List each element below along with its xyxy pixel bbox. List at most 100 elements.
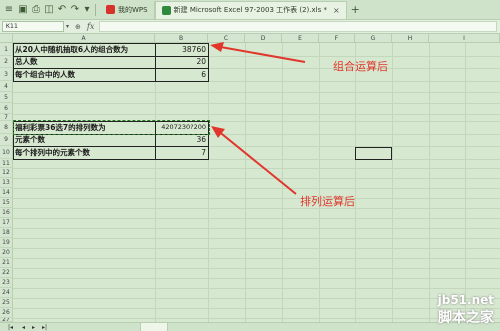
cell-a10[interactable]: 每个排列中的元素个数 — [13, 146, 155, 159]
sheet-nav-first-icon[interactable]: |◂ — [4, 323, 17, 331]
gridline — [208, 43, 209, 322]
cell-b3[interactable]: 6 — [155, 68, 208, 81]
wps-logo-icon — [106, 5, 115, 14]
more-dropdown-icon[interactable]: ▾ — [83, 3, 91, 17]
cell-a8[interactable]: 福利彩票36选7的排列数为 — [13, 121, 155, 134]
sheet-tab-bar: |◂ ◂ ▸ ▸| — [0, 322, 500, 331]
row-header-23[interactable]: 23 — [0, 278, 13, 288]
gridline — [13, 308, 500, 309]
gridline — [319, 43, 320, 322]
permutation-annotation: 排列运算后 — [300, 195, 355, 208]
cell-b10[interactable]: 7 — [155, 146, 208, 159]
bordered-cell-g10[interactable] — [355, 147, 392, 160]
tab-my-wps[interactable]: 我的WPS — [100, 0, 155, 19]
column-header-g[interactable]: G — [355, 34, 392, 43]
gridline — [13, 198, 500, 199]
cell-a2[interactable]: 总人数 — [13, 56, 155, 68]
gridline — [13, 268, 500, 269]
column-header-e[interactable]: E — [282, 34, 319, 43]
row-header-9[interactable]: 9 — [0, 134, 13, 146]
combination-annotation: 组合运算后 — [333, 60, 388, 73]
preview-icon[interactable]: ◫ — [44, 3, 54, 17]
row-header-18[interactable]: 18 — [0, 228, 13, 238]
tab-workbook[interactable]: 新建 Microsoft Excel 97-2003 工作表 (2).xls *… — [154, 0, 347, 19]
gridline — [13, 188, 500, 189]
row-header-7[interactable]: 7 — [0, 114, 13, 121]
cell-a3[interactable]: 每个组合中的人数 — [13, 68, 155, 81]
row-header-26[interactable]: 26 — [0, 308, 13, 318]
column-header-h[interactable]: H — [392, 34, 429, 43]
row-header-12[interactable]: 12 — [0, 168, 13, 178]
gridline — [13, 278, 500, 279]
watermark-name: 脚本之家 — [438, 310, 494, 326]
row-header-21[interactable]: 21 — [0, 258, 13, 268]
insert-function-icon[interactable]: fx — [87, 22, 94, 31]
cell-b1[interactable]: 38760 — [155, 43, 208, 56]
print-icon[interactable]: ⎙ — [31, 3, 41, 17]
column-header-a[interactable]: A — [13, 34, 155, 43]
undo-icon[interactable]: ↶ — [57, 3, 67, 17]
gridline — [13, 208, 500, 209]
gridline — [13, 92, 500, 93]
row-header-22[interactable]: 22 — [0, 268, 13, 278]
select-all-corner[interactable] — [0, 34, 13, 43]
sheet-tab[interactable] — [172, 323, 196, 331]
row-header-4[interactable]: 4 — [0, 81, 13, 92]
new-tab-button[interactable]: + — [351, 3, 360, 16]
cell-b9[interactable]: 36 — [155, 134, 208, 146]
watermark-site: jb51.net — [437, 293, 494, 307]
row-header-17[interactable]: 17 — [0, 218, 13, 228]
row-header-5[interactable]: 5 — [0, 92, 13, 103]
toolbar-separator — [95, 3, 96, 16]
row-header-8[interactable]: 8 — [0, 121, 13, 134]
menu-icon[interactable]: ≡ — [3, 3, 15, 17]
row-header-1[interactable]: 1 — [0, 43, 13, 56]
sheet-tab[interactable] — [200, 323, 224, 331]
row-header-3[interactable]: 3 — [0, 68, 13, 81]
gridline — [13, 248, 500, 249]
name-box-dropdown-icon[interactable]: ▾ — [66, 23, 69, 30]
gridline — [13, 168, 500, 169]
save-icon[interactable]: ▣ — [18, 3, 28, 17]
row-header-11[interactable]: 11 — [0, 159, 13, 168]
sheet-nav-last-icon[interactable]: ▸| — [38, 323, 51, 331]
formula-input[interactable] — [99, 21, 497, 32]
tab-my-wps-label: 我的WPS — [118, 5, 148, 14]
formula-bar: K11 ▾ ⊕ fx — [0, 20, 500, 34]
cell-b8[interactable]: 4207230?200 — [155, 121, 208, 134]
cell-a9[interactable]: 元素个数 — [13, 134, 155, 146]
cell-b2[interactable]: 20 — [155, 56, 208, 68]
row-header-20[interactable]: 20 — [0, 248, 13, 258]
row-header-2[interactable]: 2 — [0, 56, 13, 68]
zoom-icon[interactable]: ⊕ — [75, 23, 81, 31]
gridline — [13, 288, 500, 289]
row-header-14[interactable]: 14 — [0, 188, 13, 198]
row-header-10[interactable]: 10 — [0, 146, 13, 159]
title-bar: ≡ ▣ ⎙ ◫ ↶ ↷ ▾ 我的WPS 新建 Microsoft Excel 9… — [0, 0, 500, 20]
watermark: jb51.net 脚本之家 — [438, 293, 494, 327]
row-header-25[interactable]: 25 — [0, 298, 13, 308]
row-header-16[interactable]: 16 — [0, 208, 13, 218]
column-header-d[interactable]: D — [245, 34, 282, 43]
column-header-c[interactable]: C — [208, 34, 245, 43]
spreadsheet-app: ≡ ▣ ⎙ ◫ ↶ ↷ ▾ 我的WPS 新建 Microsoft Excel 9… — [0, 0, 500, 331]
row-header-13[interactable]: 13 — [0, 178, 13, 188]
row-header-15[interactable]: 15 — [0, 198, 13, 208]
column-header-f[interactable]: F — [319, 34, 355, 43]
column-header-i[interactable]: I — [429, 34, 500, 43]
sheet-tab-active[interactable] — [140, 323, 168, 331]
cell-a1[interactable]: 从20人中随机抽取6人的组合数为 — [13, 43, 155, 56]
redo-icon[interactable]: ↷ — [70, 3, 80, 17]
worksheet-grid[interactable]: A B C D E F G H I 1 2 3 4 5 6 7 8 9 10 1… — [0, 34, 500, 322]
gridline — [465, 43, 466, 322]
close-tab-icon[interactable]: × — [333, 6, 340, 15]
gridline — [13, 114, 500, 115]
gridline — [429, 43, 430, 322]
gridline — [245, 43, 246, 322]
row-header-19[interactable]: 19 — [0, 238, 13, 248]
column-header-b[interactable]: B — [155, 34, 208, 43]
name-box[interactable]: K11 — [2, 21, 64, 32]
gridline — [13, 103, 500, 104]
row-header-6[interactable]: 6 — [0, 103, 13, 114]
row-header-24[interactable]: 24 — [0, 288, 13, 298]
